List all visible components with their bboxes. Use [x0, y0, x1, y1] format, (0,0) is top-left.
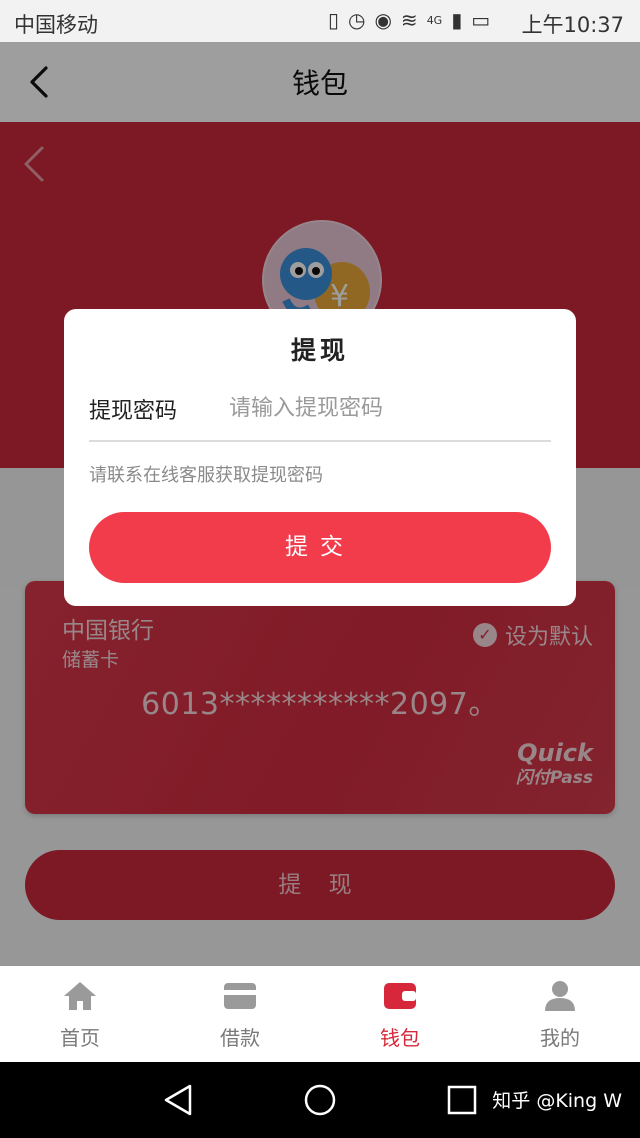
- network-type-label: 4G: [426, 13, 443, 27]
- tab-loan[interactable]: 借款: [160, 966, 320, 1062]
- tab-home[interactable]: 首页: [0, 966, 160, 1062]
- alarm-icon: ◷: [348, 8, 366, 32]
- eye-icon: ◉: [374, 8, 392, 32]
- battery-icon: ▭: [471, 8, 491, 32]
- dialog-title: 提现: [290, 336, 349, 365]
- password-hint: 请联系在线客服获取提现密码: [89, 465, 323, 486]
- nav-back-icon[interactable]: [160, 1082, 196, 1118]
- tab-me-label: 我的: [540, 1026, 580, 1050]
- bottom-tab-bar: 首页 借款 钱包 我的: [0, 966, 640, 1062]
- input-underline: [89, 440, 551, 442]
- card-icon: [224, 983, 256, 1009]
- withdraw-password-input[interactable]: [227, 389, 551, 427]
- tab-home-label: 首页: [60, 1026, 100, 1050]
- carrier-label: 中国移动: [14, 13, 98, 37]
- nav-recents-icon[interactable]: [444, 1082, 480, 1118]
- tab-me[interactable]: 我的: [480, 966, 640, 1062]
- vibrate-icon: ▯: [328, 8, 340, 32]
- tab-wallet[interactable]: 钱包: [320, 966, 480, 1062]
- status-icons: ▯ ◷ ◉ ≋ 4G ▮ ▭: [328, 8, 490, 32]
- home-icon: [64, 982, 96, 1010]
- status-bar: 中国移动 ▯ ◷ ◉ ≋ 4G ▮ ▭ 上午10:37: [0, 0, 640, 42]
- password-field-label: 提现密码: [89, 399, 178, 424]
- watermark: 知乎 @King W: [492, 1090, 622, 1112]
- submit-button[interactable]: 提交: [89, 512, 551, 583]
- signal-icon: ▮: [451, 8, 463, 32]
- wallet-icon: [384, 983, 416, 1009]
- withdraw-password-dialog: 提现 提现密码 请联系在线客服获取提现密码 提交: [64, 309, 576, 606]
- wifi-icon: ≋: [400, 8, 418, 32]
- nav-home-icon[interactable]: [302, 1082, 338, 1118]
- clock-label: 上午10:37: [521, 13, 624, 37]
- user-icon: [545, 981, 575, 1011]
- tab-wallet-label: 钱包: [380, 1026, 420, 1050]
- tab-loan-label: 借款: [220, 1026, 260, 1050]
- system-nav-bar: 知乎 @King W: [0, 1062, 640, 1138]
